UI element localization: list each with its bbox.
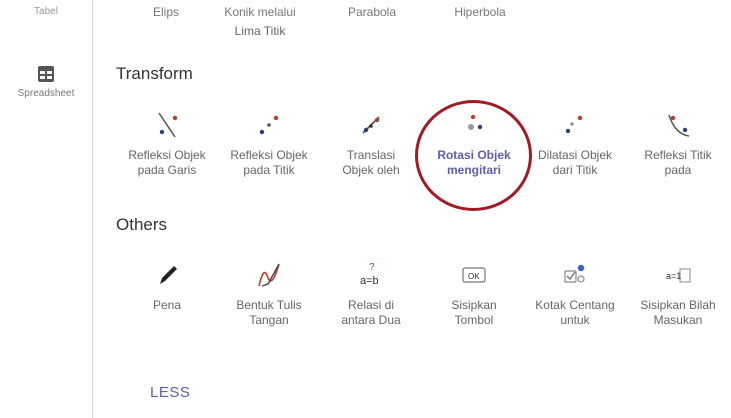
sidebar-item-label: Spreadsheet: [17, 88, 75, 99]
svg-text:OK: OK: [468, 272, 480, 281]
sidebar-item-table[interactable]: Tabel: [0, 6, 92, 17]
tool-freehand-shape[interactable]: Bentuk Tulis Tangan: [217, 258, 321, 328]
sidebar-item-spreadsheet[interactable]: Spreadsheet: [0, 64, 92, 99]
tool-label: pada Garis: [137, 163, 197, 177]
tool-label-parabola[interactable]: Parabola: [320, 5, 424, 19]
tool-label: Rotasi Objek: [437, 148, 511, 162]
tool-label: Masukan: [653, 313, 703, 327]
reflect-point-icon: [259, 115, 279, 135]
pen-icon: [160, 266, 177, 284]
reflect-line-icon: [158, 112, 178, 138]
tool-label: Dilatasi Objek: [537, 148, 613, 162]
svg-text:?: ?: [369, 262, 375, 273]
tool-label: pada Titik: [243, 163, 295, 177]
reflect-circle-icon: [668, 114, 690, 137]
tool-label-elips[interactable]: Elips: [114, 5, 218, 19]
tool-label: Tangan: [249, 313, 289, 327]
svg-text:a=1: a=1: [666, 271, 681, 281]
tool-label: Tombol: [454, 313, 494, 327]
tool-translate-vector[interactable]: Translasi Objek oleh: [319, 108, 423, 178]
tool-insert-button[interactable]: OK Sisipkan Tombol: [422, 258, 526, 328]
tool-label: Bentuk Tulis: [236, 298, 302, 312]
tool-label: pada: [664, 163, 692, 177]
tool-label: Translasi: [346, 148, 396, 162]
dilate-point-icon: [565, 115, 583, 134]
tool-dilate-point[interactable]: Dilatasi Objek dari Titik: [523, 108, 627, 178]
freehand-shape-icon: [258, 263, 280, 287]
tool-label: Refleksi Titik: [644, 148, 712, 162]
tool-label: Refleksi Objek: [128, 148, 206, 162]
spreadsheet-icon: [38, 66, 54, 82]
tool-input-box[interactable]: a=1 Sisipkan Bilah Masukan: [626, 258, 730, 328]
button-icon: OK: [462, 267, 486, 283]
svg-text:a=b: a=b: [360, 275, 379, 287]
tool-reflect-point[interactable]: Refleksi Objek pada Titik: [217, 108, 321, 178]
section-title-transform: Transform: [116, 64, 193, 83]
tool-reflect-line[interactable]: Refleksi Objek pada Garis: [115, 108, 219, 178]
tool-pen[interactable]: Pena: [115, 258, 219, 313]
tool-label: Kotak Centang: [535, 298, 615, 312]
tool-label-hiperbola[interactable]: Hiperbola: [428, 5, 532, 19]
input-box-icon: a=1: [666, 268, 691, 283]
tool-label: Sisipkan: [451, 298, 497, 312]
tool-label: mengitari: [446, 163, 501, 177]
rotate-point-icon: [468, 114, 483, 130]
tool-rotate-point[interactable]: Rotasi Objek mengitari: [422, 108, 526, 178]
tool-label: Objek oleh: [342, 163, 400, 177]
relation-icon: ? a=b: [360, 262, 379, 287]
section-title-others: Others: [116, 215, 168, 234]
tool-label: antara Dua: [341, 313, 401, 327]
tool-label: Pena: [152, 298, 182, 312]
tool-relation[interactable]: ? a=b Relasi di antara Dua: [319, 258, 423, 328]
tool-label-konik-line2[interactable]: Lima Titik: [208, 24, 312, 38]
tool-label: dari Titik: [552, 163, 598, 177]
tool-reflect-circle[interactable]: Refleksi Titik pada: [626, 108, 730, 178]
checkbox-icon: [564, 264, 585, 283]
sidebar-item-label: Tabel: [34, 6, 58, 17]
tool-label: Relasi di: [347, 298, 395, 312]
tool-label-konik[interactable]: Konik melalui: [208, 5, 312, 19]
tool-checkbox[interactable]: Kotak Centang untuk: [523, 258, 627, 328]
sidebar: Tabel Spreadsheet: [0, 0, 93, 418]
translate-vector-icon: [362, 116, 380, 134]
tool-label: Refleksi Objek: [230, 148, 308, 162]
less-button[interactable]: LESS: [150, 384, 190, 401]
tool-label: Sisipkan Bilah: [640, 298, 716, 312]
tool-label: untuk: [560, 313, 590, 327]
